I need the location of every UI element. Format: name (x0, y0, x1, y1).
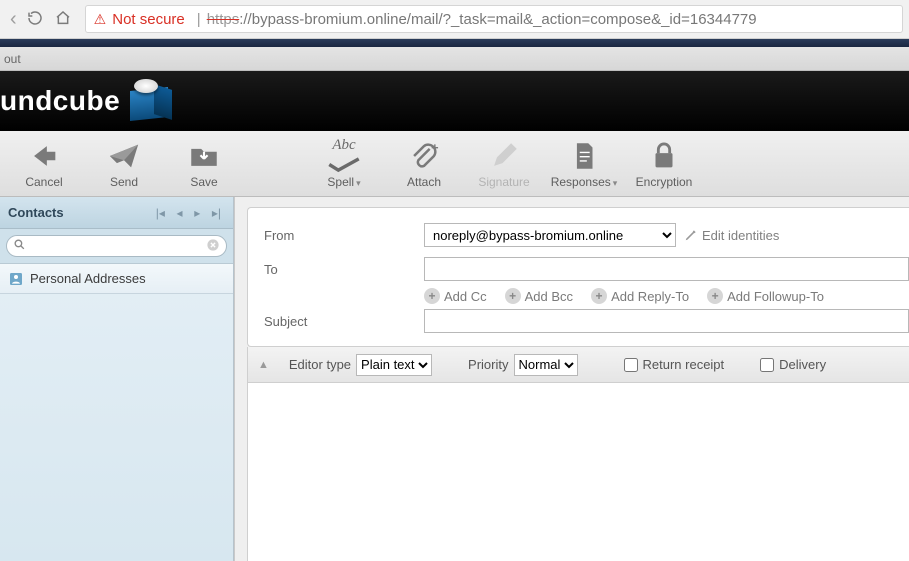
contacts-sidebar: Contacts |◂ ◂ ▸ ▸| Perso (0, 197, 234, 561)
home-icon[interactable] (55, 10, 71, 29)
svg-text:+: + (431, 140, 438, 155)
send-button[interactable]: Send (84, 137, 164, 189)
browser-address-bar: ‹ ⚠ Not secure | https://bypass-bromium.… (0, 0, 909, 39)
add-followup-link[interactable]: + Add Followup-To (707, 288, 824, 304)
chevron-down-icon: ▾ (356, 178, 361, 188)
clear-search-icon[interactable] (206, 238, 220, 255)
arrow-left-icon (4, 137, 84, 175)
editor-type-select[interactable]: Plain text (356, 354, 432, 376)
plus-icon: + (707, 288, 723, 304)
compose-headers: From noreply@bypass-bromium.online Edit … (247, 207, 909, 347)
document-icon (544, 137, 624, 175)
add-bcc-label: Add Bcc (525, 289, 573, 304)
first-page-icon[interactable]: |◂ (156, 206, 165, 220)
url-field[interactable]: ⚠ Not secure | https://bypass-bromium.on… (85, 5, 903, 33)
contacts-search-input[interactable] (6, 235, 227, 257)
to-input[interactable] (424, 257, 909, 281)
taskbar-item[interactable]: out (4, 52, 21, 66)
url-path: ://bypass-bromium.online/mail/?_task=mai… (239, 11, 756, 28)
window-top-strip (0, 39, 909, 47)
abc-text: Abc (332, 137, 355, 154)
add-cc-link[interactable]: + Add Cc (424, 288, 487, 304)
attach-label: Attach (384, 175, 464, 189)
priority-select[interactable]: Normal (514, 354, 578, 376)
app-logo-text: undcube (0, 85, 120, 117)
priority-group: Priority Normal (468, 354, 577, 376)
delivery-label: Delivery (779, 357, 826, 372)
add-followup-label: Add Followup-To (727, 289, 824, 304)
return-receipt-group[interactable]: Return receipt (624, 357, 725, 372)
contacts-pager: |◂ ◂ ▸ ▸| (152, 205, 225, 220)
contacts-title: Contacts (8, 205, 64, 220)
folder-download-icon (164, 137, 244, 175)
editor-type-label: Editor type (289, 357, 351, 372)
encryption-button[interactable]: Encryption (624, 137, 704, 189)
addressbook-icon (8, 271, 24, 287)
delivery-group[interactable]: Delivery (760, 357, 826, 372)
app-logo-icon (126, 77, 174, 125)
compose-options-bar: ▲ Editor type Plain text Priority Normal… (247, 347, 909, 383)
paperclip-icon: + (384, 137, 464, 175)
nav-back-icon[interactable]: ‹ (10, 8, 17, 31)
cancel-label: Cancel (4, 175, 84, 189)
delivery-checkbox[interactable] (760, 358, 774, 372)
paper-plane-icon (84, 137, 164, 175)
attach-button[interactable]: + Attach (384, 137, 464, 189)
add-replyto-link[interactable]: + Add Reply-To (591, 288, 689, 304)
compose-toolbar: Cancel Send Save Abc Spell▾ + Attach Sig… (0, 131, 909, 197)
addressbook-label: Personal Addresses (30, 271, 146, 286)
priority-label: Priority (468, 357, 508, 372)
save-label: Save (164, 175, 244, 189)
addressbook-personal[interactable]: Personal Addresses (0, 264, 233, 294)
compose-main: From noreply@bypass-bromium.online Edit … (234, 197, 909, 561)
cancel-button[interactable]: Cancel (4, 137, 84, 189)
spell-button[interactable]: Abc Spell▾ (304, 137, 384, 189)
to-label: To (264, 262, 424, 277)
collapse-icon[interactable]: ▲ (258, 359, 269, 371)
next-page-icon[interactable]: ▸ (194, 206, 200, 220)
not-secure-label: Not secure (112, 11, 185, 28)
add-bcc-link[interactable]: + Add Bcc (505, 288, 573, 304)
search-icon (13, 238, 26, 254)
spellcheck-icon: Abc (304, 137, 384, 175)
save-button[interactable]: Save (164, 137, 244, 189)
app-header: undcube (0, 71, 909, 131)
plus-icon: + (505, 288, 521, 304)
plus-icon: + (591, 288, 607, 304)
add-cc-label: Add Cc (444, 289, 487, 304)
editor-type-group: Editor type Plain text (289, 354, 432, 376)
warning-icon: ⚠ (94, 11, 107, 28)
signature-button: Signature (464, 137, 544, 189)
prev-page-icon[interactable]: ◂ (177, 206, 183, 220)
encryption-label: Encryption (624, 175, 704, 189)
spell-label: Spell (327, 175, 354, 189)
edit-identities-label: Edit identities (702, 228, 779, 243)
lock-icon (624, 137, 704, 175)
return-receipt-label: Return receipt (643, 357, 725, 372)
subject-input[interactable] (424, 309, 909, 333)
responses-label: Responses (551, 175, 611, 189)
subject-label: Subject (264, 314, 424, 329)
return-receipt-checkbox[interactable] (624, 358, 638, 372)
message-body-editor[interactable] (247, 383, 909, 561)
url-separator: | (197, 11, 201, 28)
edit-identities-link[interactable]: Edit identities (684, 228, 779, 243)
from-select[interactable]: noreply@bypass-bromium.online (424, 223, 676, 247)
from-label: From (264, 228, 424, 243)
pencil-icon (464, 137, 544, 175)
contacts-search-field[interactable] (26, 239, 206, 253)
responses-button[interactable]: Responses▾ (544, 137, 624, 189)
top-taskbar: out (0, 47, 909, 71)
add-replyto-label: Add Reply-To (611, 289, 689, 304)
contacts-header: Contacts |◂ ◂ ▸ ▸| (0, 197, 233, 229)
chevron-down-icon: ▾ (613, 178, 618, 188)
reload-icon[interactable] (27, 10, 43, 29)
signature-label: Signature (464, 175, 544, 189)
plus-icon: + (424, 288, 440, 304)
url-protocol: https (207, 11, 240, 28)
send-label: Send (84, 175, 164, 189)
last-page-icon[interactable]: ▸| (212, 206, 221, 220)
pencil-icon (684, 228, 698, 242)
